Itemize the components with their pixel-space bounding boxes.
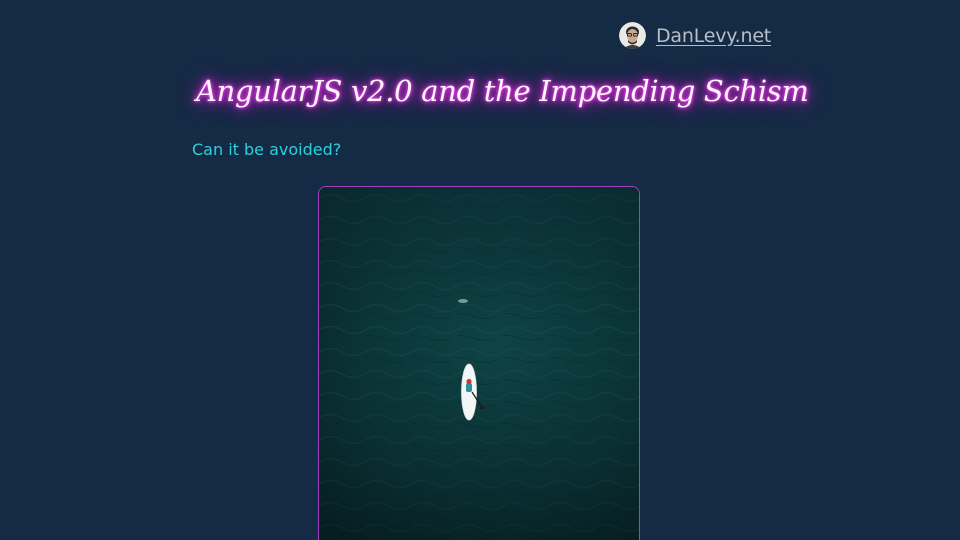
- site-home-link[interactable]: DanLevy.net: [656, 25, 771, 47]
- site-header: DanLevy.net: [619, 22, 771, 49]
- page-subtitle: Can it be avoided?: [192, 140, 342, 159]
- page: DanLevy.net AngularJS v2.0 and the Impen…: [0, 0, 960, 540]
- avatar-icon[interactable]: [619, 22, 646, 49]
- hero-image: [318, 186, 640, 540]
- page-title: AngularJS v2.0 and the Impending Schism: [196, 74, 809, 108]
